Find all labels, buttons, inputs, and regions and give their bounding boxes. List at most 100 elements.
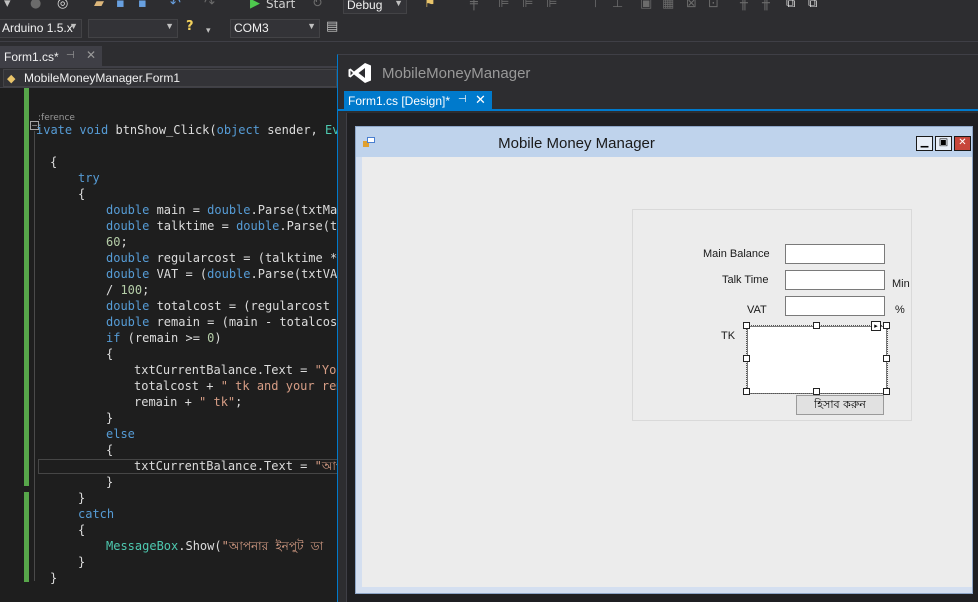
- code-line: }: [78, 491, 86, 505]
- chevron-down-icon: ▼: [165, 21, 174, 31]
- help-icon[interactable]: ?: [186, 20, 194, 34]
- talk-time-input[interactable]: [785, 270, 885, 290]
- vat-label: VAT: [747, 304, 767, 316]
- close-icon[interactable]: ✕: [475, 92, 486, 108]
- main-balance-input[interactable]: [785, 244, 885, 264]
- chevron-down-icon: ▼: [69, 21, 78, 31]
- arduino-toolbar: Arduino 1.5.x ▼ ▼ ? ▾ COM3 ▼ ▤: [0, 16, 978, 42]
- align-center-icon[interactable]: ⊫: [522, 0, 533, 11]
- code-line: double talktime = double.Parse(tx: [106, 219, 340, 233]
- input-panel[interactable]: Main Balance Talk Time Min VAT % TK ▸ হি…: [632, 209, 912, 421]
- navigation-bar: ◆ MobileMoneyManager.Form1: [0, 68, 340, 88]
- redo-icon[interactable]: ↷: [204, 0, 215, 11]
- blank-combo[interactable]: ▼: [88, 19, 178, 38]
- port-value: COM3: [234, 21, 269, 35]
- maximize-icon[interactable]: ▣: [935, 136, 952, 151]
- pin-icon[interactable]: ⊣: [458, 94, 467, 105]
- resize-handle[interactable]: [883, 355, 890, 362]
- minimize-icon[interactable]: ▁: [916, 136, 933, 151]
- resize-handle[interactable]: [743, 355, 750, 362]
- form-title-bar[interactable]: Mobile Money Manager ▁ ▣ ✕: [356, 127, 972, 157]
- order-icon[interactable]: ╫: [762, 0, 770, 11]
- form-client-area[interactable]: Main Balance Talk Time Min VAT % TK ▸ হি…: [362, 157, 972, 587]
- vat-input[interactable]: [785, 296, 885, 316]
- code-editor[interactable]: − :ference ivate void btnShow_Click(obje…: [0, 88, 340, 602]
- align-top-icon[interactable]: ⊤: [590, 0, 601, 11]
- talk-time-label: Talk Time: [722, 274, 769, 286]
- align-icon[interactable]: ╪: [470, 0, 478, 11]
- code-line: double remain = (main - totalcost: [106, 315, 340, 329]
- toolbar-overflow-icon[interactable]: ▾: [206, 24, 211, 38]
- class-name: MobileMoneyManager.Form1: [24, 71, 181, 85]
- resize-handle[interactable]: [813, 322, 820, 329]
- resize-handle[interactable]: [743, 322, 750, 329]
- undo-icon[interactable]: ↶: [170, 0, 181, 11]
- spacing-icon[interactable]: ⊠: [686, 0, 697, 11]
- code-line: try: [78, 171, 100, 185]
- smart-tag-arrow-icon[interactable]: ▸: [871, 321, 881, 331]
- tab-form1-design[interactable]: Form1.cs [Design]* ⊣ ✕: [344, 91, 492, 111]
- board-value: Arduino 1.5.x: [2, 21, 73, 35]
- resize-handle[interactable]: [883, 388, 890, 395]
- configuration-value: Debug: [347, 0, 383, 12]
- designer-title-bar[interactable]: MobileMoneyManager: [338, 55, 978, 91]
- code-line: totalcost + " tk and your rem: [134, 379, 340, 393]
- board-combo[interactable]: Arduino 1.5.x ▼: [0, 19, 82, 38]
- bring-front-icon[interactable]: ⧉: [786, 0, 795, 11]
- code-line: else: [106, 427, 135, 441]
- serial-monitor-icon[interactable]: ▤: [326, 20, 338, 34]
- code-line: }: [106, 475, 114, 489]
- grid-icon[interactable]: ▦: [662, 0, 674, 11]
- save-icon[interactable]: ▪: [116, 0, 125, 11]
- configuration-combo[interactable]: Debug ▼: [343, 0, 407, 14]
- close-icon[interactable]: ✕: [954, 136, 971, 151]
- resize-handle[interactable]: [813, 388, 820, 395]
- resize-handle[interactable]: [743, 388, 750, 395]
- pin-icon[interactable]: ⊣: [66, 50, 75, 61]
- chevron-down-icon: ▼: [394, 0, 403, 8]
- forward-icon[interactable]: ●: [30, 0, 41, 11]
- code-line: txtCurrentBalance.Text = "আপ: [134, 459, 340, 473]
- align-right-icon[interactable]: ⊫: [546, 0, 557, 11]
- vs-ide-window: ▾ ● ◎ ▰ ▪ ▪ ↶ ↷ ▶ Start ↻ Debug ▼ ⚑ ╪ ⊫ ⊫…: [0, 0, 978, 602]
- close-icon[interactable]: ✕: [86, 48, 96, 62]
- align-middle-icon[interactable]: ⊥: [612, 0, 623, 11]
- class-navigation-combo[interactable]: ◆ MobileMoneyManager.Form1: [3, 69, 337, 87]
- save-all-icon[interactable]: ▪: [138, 0, 147, 11]
- calculate-button[interactable]: হিসাব করুন: [796, 395, 884, 415]
- find-icon[interactable]: ⚑: [424, 0, 436, 11]
- editor-tab-strip: Form1.cs* ⊣ ✕: [0, 46, 340, 68]
- code-line: }: [78, 555, 86, 569]
- code-line: 60;: [106, 235, 128, 249]
- code-line: catch: [78, 507, 115, 521]
- main-balance-label: Main Balance: [703, 248, 770, 260]
- align-left-icon[interactable]: ⊫: [498, 0, 509, 11]
- class-icon: ◆: [7, 73, 16, 85]
- tab-form1-cs[interactable]: Form1.cs* ⊣ ✕: [0, 46, 102, 68]
- send-back-icon[interactable]: ⧉: [808, 0, 817, 11]
- spacing-2-icon[interactable]: ⊡: [708, 0, 719, 11]
- min-unit-label: Min: [892, 278, 910, 290]
- start-icon[interactable]: ▶: [250, 0, 260, 11]
- code-text: :ference ivate void btnShow_Click(object…: [0, 88, 340, 585]
- code-line: double VAT = (double.Parse(txtVAT: [106, 267, 340, 281]
- port-combo[interactable]: COM3 ▼: [230, 19, 320, 38]
- designer-window-title: MobileMoneyManager: [382, 65, 531, 82]
- winform-preview[interactable]: Mobile Money Manager ▁ ▣ ✕ Main Balance …: [355, 126, 973, 594]
- resize-handle[interactable]: [883, 322, 890, 329]
- code-line: remain + " tk";: [134, 395, 243, 409]
- open-folder-icon[interactable]: ▰: [94, 0, 104, 11]
- refresh-icon[interactable]: ↻: [312, 0, 323, 11]
- tk-label: TK: [721, 330, 736, 342]
- back-arrow-icon[interactable]: ▾: [4, 0, 11, 11]
- start-button-label[interactable]: Start: [266, 0, 295, 11]
- code-line: ivate void btnShow_Click(object sender, …: [36, 123, 340, 137]
- center-icon[interactable]: ╫: [740, 0, 748, 11]
- owl-icon[interactable]: ◎: [57, 0, 68, 11]
- tab-label: Form1.cs*: [4, 50, 59, 64]
- same-size-icon[interactable]: ▣: [640, 0, 652, 11]
- selection-border: [746, 325, 888, 394]
- code-line: double regularcost = (talktime *: [106, 251, 338, 265]
- designer-tab-strip: Form1.cs [Design]* ⊣ ✕: [338, 91, 978, 111]
- form-title: Mobile Money Manager: [498, 135, 655, 152]
